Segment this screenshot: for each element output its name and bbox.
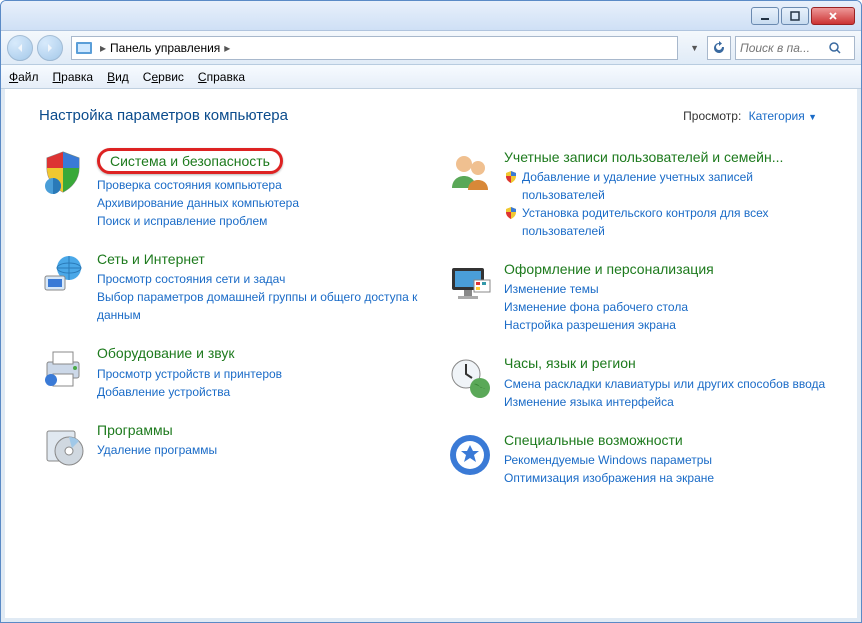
sub-link[interactable]: Удаление программы (97, 441, 430, 459)
sub-link[interactable]: Добавление устройства (97, 383, 430, 401)
refresh-icon (712, 41, 726, 55)
left-column: Система и безопасность Проверка состояни… (39, 148, 430, 487)
right-column: Учетные записи пользователей и семейн...… (446, 148, 837, 487)
maximize-button[interactable] (781, 7, 809, 25)
nav-toolbar: ▸ Панель управления ▸ ▼ (1, 31, 861, 65)
sub-link[interactable]: Рекомендуемые Windows параметры (504, 451, 837, 469)
shield-icon (39, 148, 87, 196)
minimize-button[interactable] (751, 7, 779, 25)
menu-bar: ФФайлайл Правка Вид Сервис Справка (1, 65, 861, 89)
category-link-system[interactable]: Система и безопасность (110, 153, 270, 169)
breadcrumb-item[interactable]: Панель управления (110, 41, 220, 55)
category-link-hardware[interactable]: Оборудование и звук (97, 344, 430, 362)
view-label: Просмотр: (683, 109, 741, 123)
category-appearance: Оформление и персонализация Изменение те… (446, 260, 837, 334)
sub-link[interactable]: Смена раскладки клавиатуры или других сп… (504, 375, 837, 393)
menu-tools[interactable]: Сервис (143, 70, 184, 84)
category-link-network[interactable]: Сеть и Интернет (97, 250, 430, 268)
breadcrumb[interactable]: ▸ Панель управления ▸ (71, 36, 678, 60)
category-users: Учетные записи пользователей и семейн...… (446, 148, 837, 240)
close-button[interactable] (811, 7, 855, 25)
search-input[interactable] (740, 41, 828, 55)
heading-row: Настройка параметров компьютера Просмотр… (39, 107, 837, 124)
clock-globe-icon (446, 354, 494, 402)
breadcrumb-sep-icon: ▸ (100, 41, 106, 55)
sub-link[interactable]: Выбор параметров домашней группы и общег… (97, 288, 430, 324)
category-link-users[interactable]: Учетные записи пользователей и семейн... (504, 148, 837, 166)
category-system: Система и безопасность Проверка состояни… (39, 148, 430, 230)
back-button[interactable] (7, 35, 33, 61)
view-by: Просмотр: Категория ▼ (683, 109, 817, 123)
sub-link[interactable]: Оптимизация изображения на экране (504, 469, 837, 487)
breadcrumb-dropdown-icon[interactable]: ▼ (686, 43, 703, 53)
sub-link[interactable]: Добавление и удаление учетных записей по… (504, 168, 837, 204)
cd-box-icon (39, 421, 87, 469)
chevron-down-icon: ▼ (808, 112, 817, 122)
users-icon (446, 148, 494, 196)
refresh-button[interactable] (707, 36, 731, 60)
sub-link[interactable]: Архивирование данных компьютера (97, 194, 430, 212)
sub-link[interactable]: Просмотр устройств и принтеров (97, 365, 430, 383)
search-icon (828, 41, 842, 55)
sub-link[interactable]: Изменение фона рабочего стола (504, 298, 837, 316)
highlight-annotation: Система и безопасность (97, 148, 283, 174)
breadcrumb-sep-icon: ▸ (224, 41, 230, 55)
category-link-ease[interactable]: Специальные возможности (504, 431, 837, 449)
sub-link[interactable]: Проверка состояния компьютера (97, 176, 430, 194)
category-network: Сеть и Интернет Просмотр состояния сети … (39, 250, 430, 324)
category-link-clock[interactable]: Часы, язык и регион (504, 354, 837, 372)
forward-button[interactable] (37, 35, 63, 61)
category-hardware: Оборудование и звук Просмотр устройств и… (39, 344, 430, 400)
category-link-programs[interactable]: Программы (97, 421, 430, 439)
menu-help[interactable]: Справка (198, 70, 245, 84)
category-programs: Программы Удаление программы (39, 421, 430, 469)
sub-link[interactable]: Поиск и исправление проблем (97, 212, 430, 230)
view-dropdown[interactable]: Категория ▼ (749, 109, 817, 123)
search-box[interactable] (735, 36, 855, 60)
menu-view[interactable]: Вид (107, 70, 129, 84)
uac-shield-icon (504, 170, 518, 184)
category-link-appearance[interactable]: Оформление и персонализация (504, 260, 837, 278)
category-ease: Специальные возможности Рекомендуемые Wi… (446, 431, 837, 487)
titlebar (1, 1, 861, 31)
control-panel-icon (76, 40, 92, 56)
sub-link[interactable]: Установка родительского контроля для все… (504, 204, 837, 240)
sub-link[interactable]: Изменение языка интерфейса (504, 393, 837, 411)
sub-link[interactable]: Изменение темы (504, 280, 837, 298)
monitor-appearance-icon (446, 260, 494, 308)
menu-edit[interactable]: Правка (53, 70, 94, 84)
globe-network-icon (39, 250, 87, 298)
window-frame: ▸ Панель управления ▸ ▼ ФФайлайл Правка … (0, 0, 862, 623)
sub-link[interactable]: Просмотр состояния сети и задач (97, 270, 430, 288)
content-area: Настройка параметров компьютера Просмотр… (1, 89, 861, 622)
sub-link[interactable]: Настройка разрешения экрана (504, 316, 837, 334)
category-columns: Система и безопасность Проверка состояни… (39, 148, 837, 487)
uac-shield-icon (504, 206, 518, 220)
category-clock: Часы, язык и регион Смена раскладки клав… (446, 354, 837, 410)
ease-of-access-icon (446, 431, 494, 479)
menu-file[interactable]: ФФайлайл (9, 70, 39, 84)
page-title: Настройка параметров компьютера (39, 107, 288, 124)
printer-icon (39, 344, 87, 392)
